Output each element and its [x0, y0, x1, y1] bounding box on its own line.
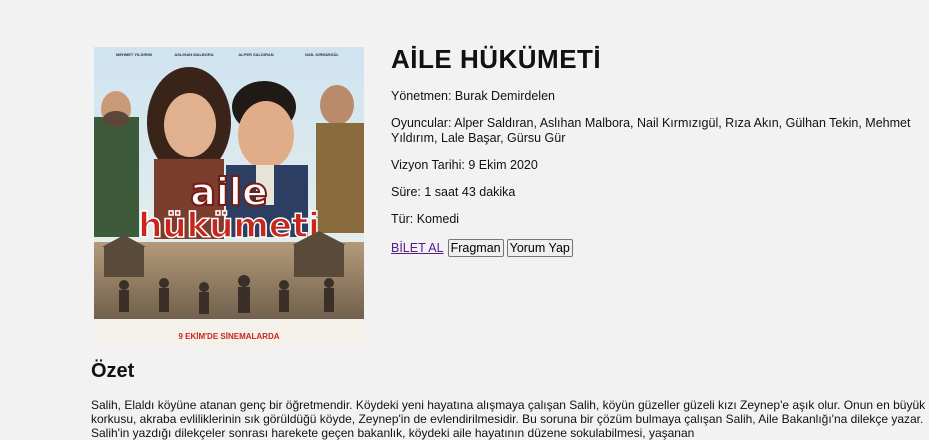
poster-release-banner: 9 EKİM'DE SİNEMALARDA	[178, 332, 279, 341]
poster-name-3: ALPER SALDIRAN	[238, 52, 273, 57]
poster-name-4: NAİL KIRMIZIGÜL	[305, 52, 339, 57]
summary-heading: Özet	[91, 360, 135, 382]
release-date: Vizyon Tarihi: 9 Ekim 2020	[391, 158, 538, 172]
genre: Tür: Komedi	[391, 212, 460, 226]
director: Yönetmen: Burak Demirdelen	[391, 89, 555, 103]
trailer-button[interactable]: Fragman	[447, 239, 504, 257]
poster-name-2: ASLIHAN MALBORA	[174, 52, 213, 57]
action-bar: BİLET AL Fragman Yorum Yap	[391, 239, 921, 257]
svg-text:hükümeti: hükümeti	[138, 206, 320, 246]
duration: Süre: 1 saat 43 dakika	[391, 185, 516, 199]
summary-text: Salih, Elaldı köyüne atanan genç bir öğr…	[91, 398, 926, 440]
buy-ticket-link[interactable]: BİLET AL	[391, 241, 444, 255]
poster-name-1: MEHMET YILDIRIM	[116, 52, 153, 57]
cast: Oyuncular: Alper Saldıran, Aslıhan Malbo…	[391, 116, 911, 145]
movie-info: AİLE HÜKÜMETİ Yönetmen: Burak Demirdelen…	[391, 44, 921, 257]
movie-poster: MEHMET YILDIRIM ASLIHAN MALBORA ALPER SA…	[94, 47, 364, 347]
comment-button[interactable]: Yorum Yap	[506, 239, 573, 257]
movie-title: AİLE HÜKÜMETİ	[391, 44, 602, 74]
